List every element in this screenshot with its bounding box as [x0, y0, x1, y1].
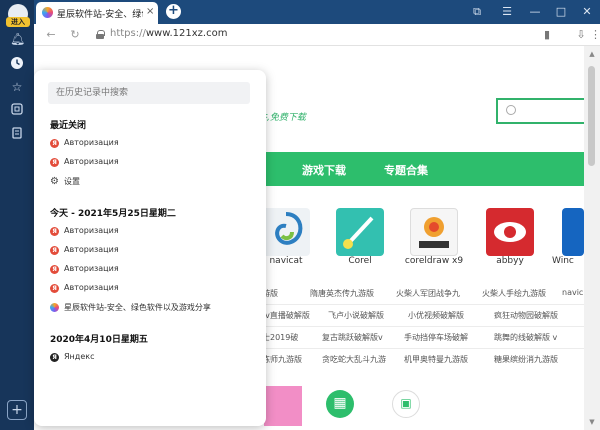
app-name-abbyy[interactable]: abbyy: [475, 256, 545, 266]
game-link[interactable]: 机甲奥特曼九游版: [404, 354, 468, 365]
tab-title: 星辰软件站-安全、绿色: [57, 10, 143, 20]
app-name-corel[interactable]: Corel: [325, 256, 395, 266]
close-window-icon[interactable]: ✕: [580, 5, 594, 19]
recently-closed-title: 最近关闭: [50, 121, 87, 131]
yandex-icon: Я: [50, 353, 59, 362]
site-favicon-icon: [50, 303, 59, 312]
pink-banner[interactable]: [264, 386, 302, 426]
more-icon[interactable]: ⋮: [590, 28, 600, 42]
tabs-icon[interactable]: [10, 102, 24, 116]
add-panel-button[interactable]: +: [7, 400, 27, 420]
app-name-windows[interactable]: Winc: [552, 256, 584, 266]
app-tile-corel[interactable]: [336, 208, 384, 256]
gear-icon: ⚙: [50, 176, 59, 187]
history-item-label: 星辰软件站-安全、绿色软件以及游戏分享: [64, 303, 211, 312]
site-nav-bar: 游戏下载 专题合集: [254, 152, 584, 186]
older-section-title: 2020年4月10日星期五: [50, 335, 148, 345]
yandex-icon: Я: [50, 284, 59, 293]
collection-icon[interactable]: [10, 126, 24, 140]
download-icon[interactable]: ⇩: [574, 28, 588, 42]
apps-grid-icon[interactable]: ▦: [326, 390, 354, 418]
bell-icon[interactable]: 🔔︎: [10, 32, 25, 46]
yandex-icon: Я: [50, 265, 59, 274]
yandex-icon: Я: [50, 139, 59, 148]
nav-game-download[interactable]: 游戏下载: [302, 162, 346, 178]
app-tile-coreldraw[interactable]: [410, 208, 458, 256]
tab-strip: 星辰软件站-安全、绿色 × + ⧉ ☰ — □ ✕: [34, 0, 600, 24]
tab-close-icon[interactable]: ×: [146, 6, 154, 17]
yandex-icon: Я: [50, 246, 59, 255]
history-item-label: 设置: [64, 177, 80, 186]
history-search-input[interactable]: [48, 82, 250, 104]
new-tab-button[interactable]: +: [166, 4, 181, 19]
history-item-label: Яндекс: [64, 352, 95, 361]
scroll-down-icon[interactable]: ▼: [588, 418, 596, 426]
game-link[interactable]: 火柴人手绘九游版: [482, 288, 546, 299]
divider: [254, 304, 584, 305]
yandex-icon: Я: [50, 227, 59, 236]
app-tile-navicat[interactable]: [262, 208, 310, 256]
history-item-label: Авторизация: [64, 264, 119, 273]
collections-icon[interactable]: ⧉: [470, 5, 484, 19]
scroll-up-icon[interactable]: ▲: [588, 50, 596, 58]
maximize-icon[interactable]: □: [554, 5, 568, 19]
nav-topics[interactable]: 专题合集: [384, 162, 428, 178]
game-link[interactable]: 跳舞的线破解版 v: [494, 332, 557, 343]
today-section-title: 今天 - 2021年5月25日星期二: [50, 209, 176, 219]
site-favicon-icon: [42, 7, 53, 18]
search-icon: [506, 105, 516, 115]
game-link[interactable]: navic: [562, 288, 583, 297]
app-tile-abbyy[interactable]: [486, 208, 534, 256]
back-icon[interactable]: ←: [44, 28, 58, 42]
tab-active[interactable]: 星辰软件站-安全、绿色 ×: [36, 2, 158, 24]
url-domain: www.121xz.com: [145, 28, 228, 39]
url-field[interactable]: https://www.121xz.com: [110, 28, 227, 39]
gamepad-icon[interactable]: ▣: [392, 390, 420, 418]
game-link[interactable]: 疯狂动物园破解版: [494, 310, 558, 321]
login-badge[interactable]: 进入: [6, 17, 30, 27]
reload-icon[interactable]: ↻: [68, 28, 82, 42]
divider: [254, 348, 584, 349]
history-item-label: Авторизация: [64, 157, 119, 166]
lock-icon: [96, 30, 105, 39]
yandex-icon: Я: [50, 158, 59, 167]
game-link[interactable]: 糖果缤纷消九游版: [494, 354, 558, 365]
page-scrollbar[interactable]: ▲ ▼: [584, 46, 600, 430]
star-icon[interactable]: ☆: [10, 80, 24, 94]
game-link[interactable]: 小优视频破解版: [408, 310, 464, 321]
app-tile-windows[interactable]: [562, 208, 584, 256]
game-link[interactable]: 隋唐英杰传九游版: [310, 288, 374, 299]
browser-sidebar: 进入 🔔︎ ☆ +: [0, 0, 34, 430]
url-protocol: https://: [110, 28, 146, 39]
game-link[interactable]: 贪吃蛇大乱斗九游: [322, 354, 386, 365]
bookmark-icon[interactable]: ▮: [540, 28, 554, 42]
history-item-label: Авторизация: [64, 245, 119, 254]
game-link[interactable]: 飞卢小说破解版: [328, 310, 384, 321]
app-name-coreldraw[interactable]: coreldraw x9: [399, 256, 469, 266]
history-item-label: Авторизация: [64, 226, 119, 235]
game-link[interactable]: 火柴人军团战争九: [396, 288, 460, 299]
history-panel: 最近关闭 Я Авторизация Я Авторизация ⚙ 设置 今天…: [34, 70, 266, 426]
history-icon[interactable]: [10, 56, 24, 70]
divider: [254, 326, 584, 327]
address-bar: ← ↻ https://www.121xz.com ▮ ⇩ ⋮: [34, 24, 600, 46]
menu-icon[interactable]: ☰: [500, 5, 514, 19]
minimize-icon[interactable]: —: [528, 5, 542, 19]
site-search-box[interactable]: [496, 98, 584, 124]
scroll-thumb[interactable]: [588, 66, 595, 166]
history-item-label: Авторизация: [64, 283, 119, 292]
game-link[interactable]: 复古跳跃破解版v: [322, 332, 383, 343]
history-item-label: Авторизация: [64, 138, 119, 147]
game-link[interactable]: 手动挡停车场破解: [404, 332, 468, 343]
